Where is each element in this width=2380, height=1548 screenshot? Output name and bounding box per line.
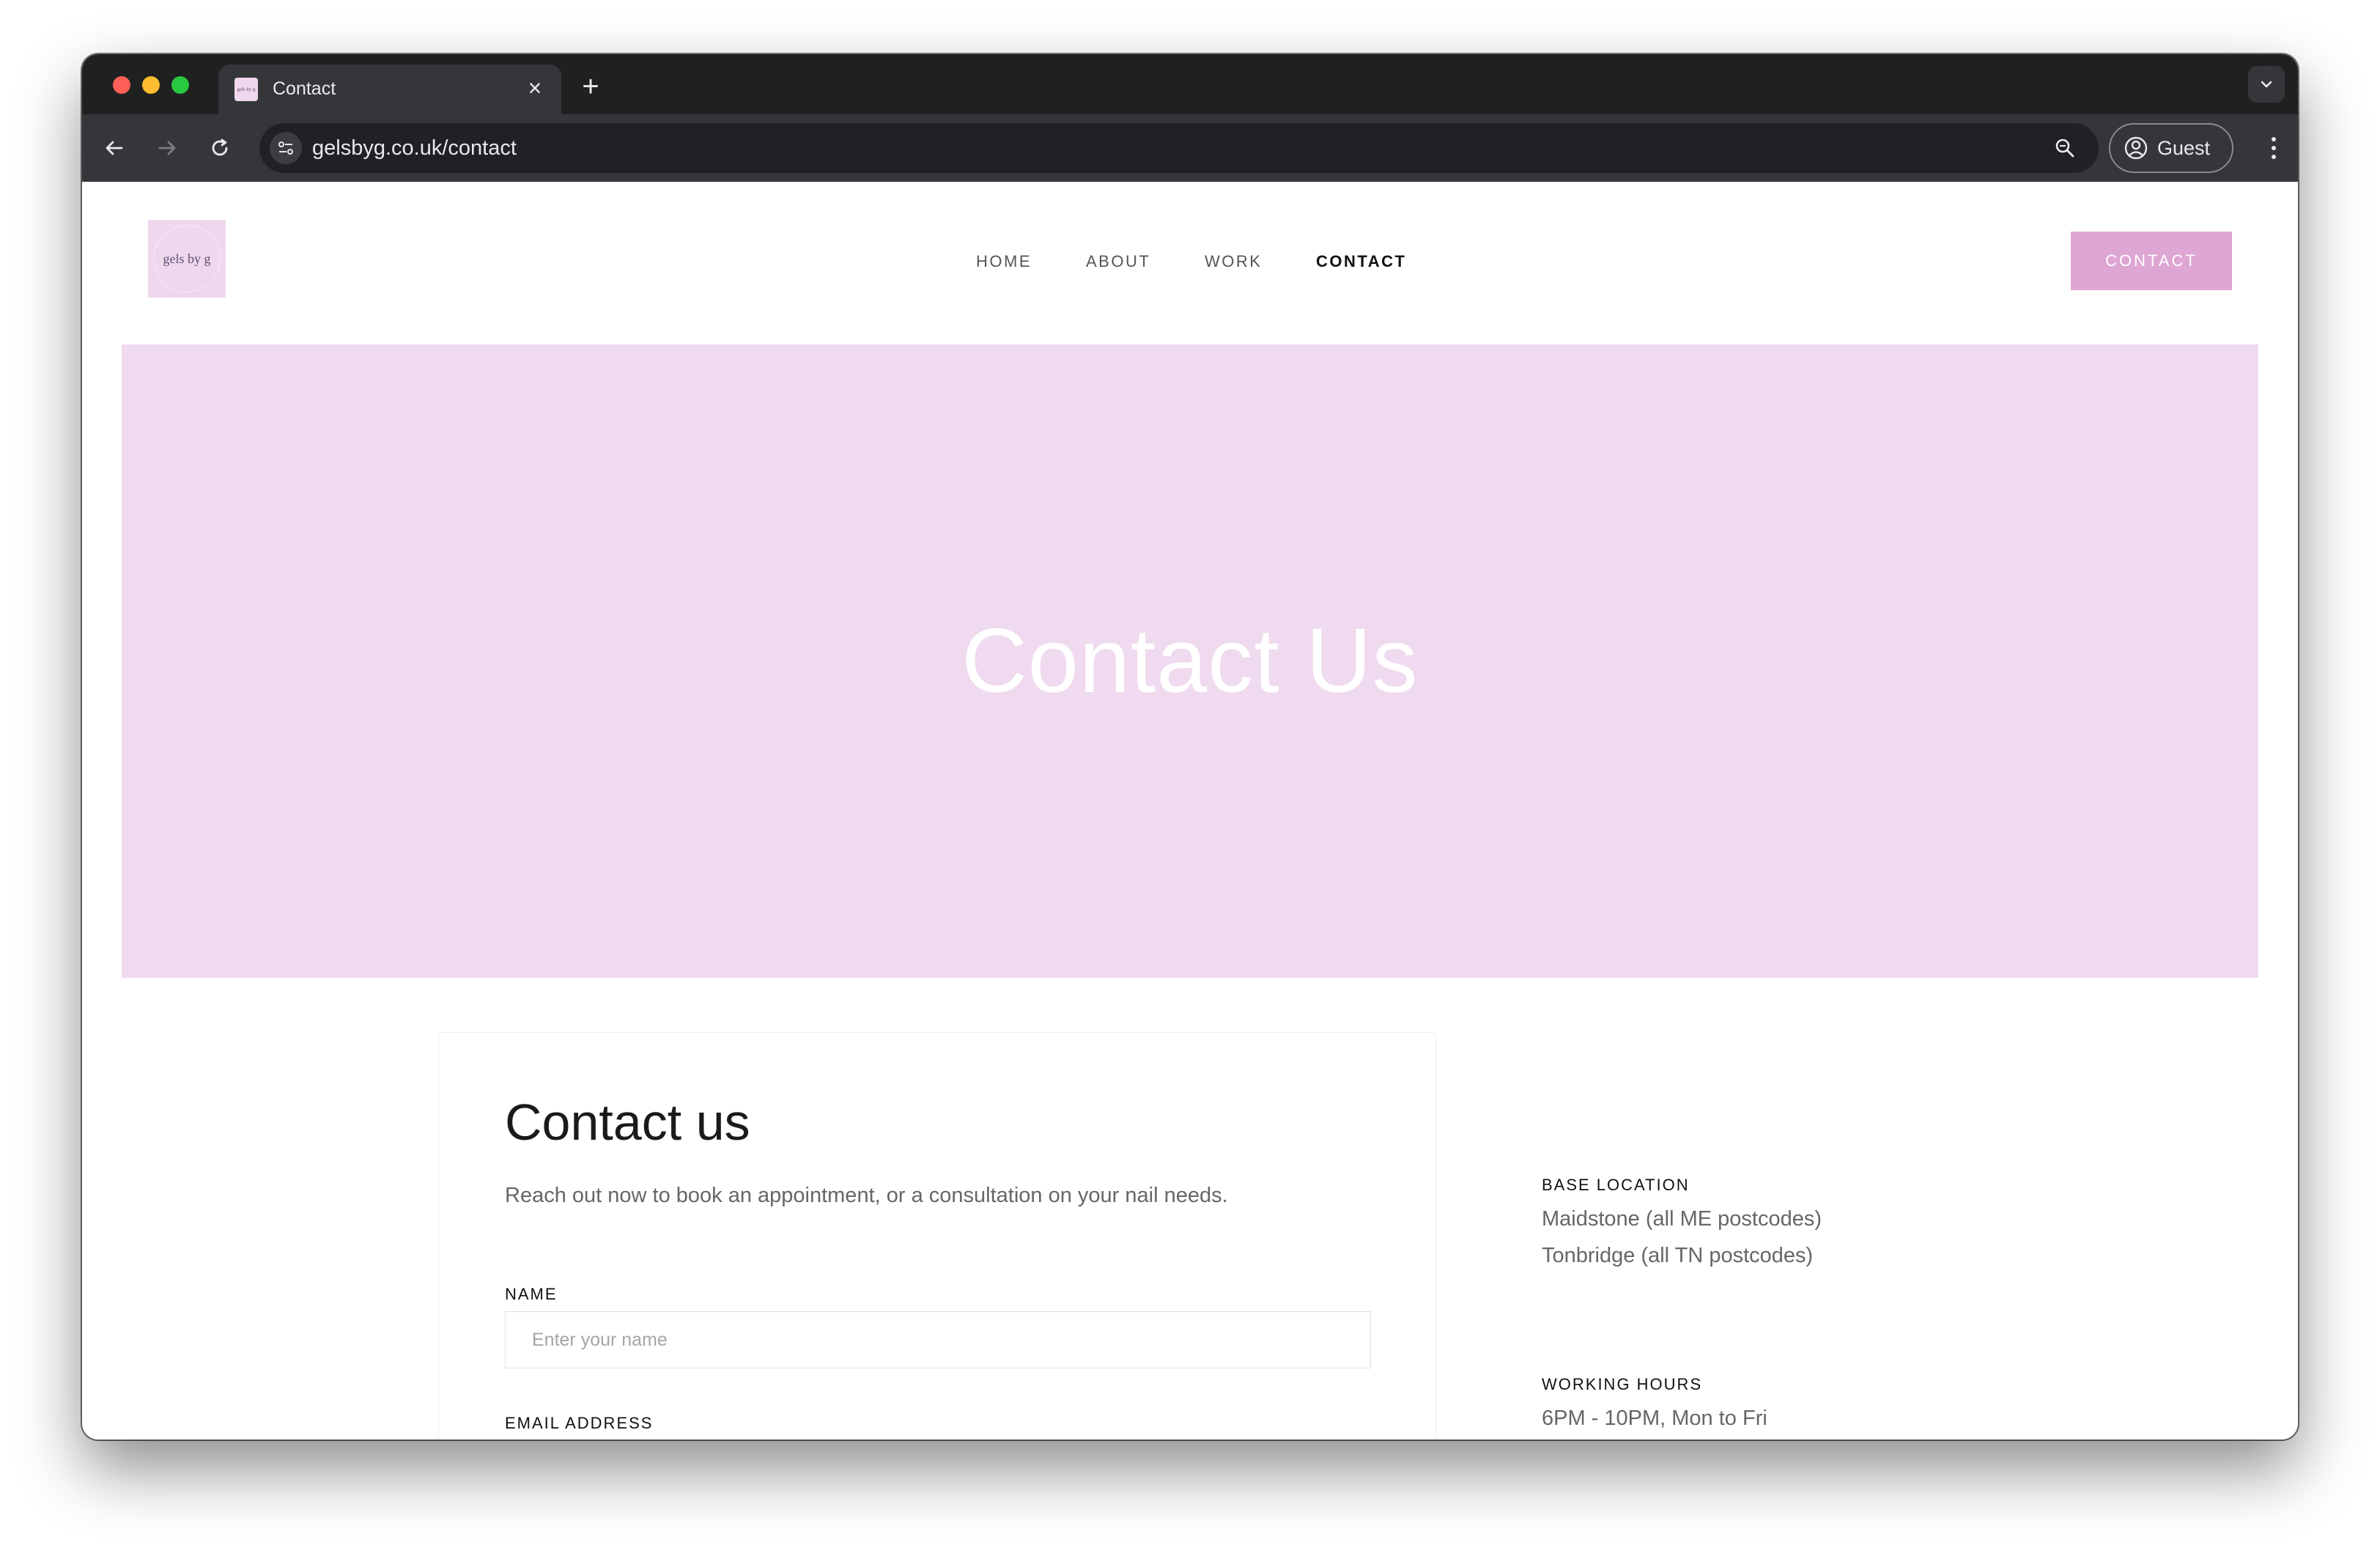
location-line-1: Maidstone (all ME postcodes)	[1542, 1207, 1822, 1231]
tab-favicon: gels by g	[234, 78, 258, 101]
location-line-2: Tonbridge (all TN postcodes)	[1542, 1244, 1814, 1267]
nav-about[interactable]: ABOUT	[1086, 252, 1150, 271]
nav-contact[interactable]: CONTACT	[1316, 252, 1406, 271]
minimize-window-button[interactable]	[142, 76, 160, 94]
nav-work[interactable]: WORK	[1205, 252, 1262, 271]
url-text[interactable]: gelsbyg.co.uk/contact	[312, 136, 517, 161]
name-label: NAME	[505, 1285, 558, 1303]
contact-cta-button[interactable]: CONTACT	[2071, 232, 2232, 290]
close-window-button[interactable]	[113, 76, 130, 94]
browser-window: gels by g Contact × + gelsbyg.co.uk/cont…	[82, 54, 2298, 1440]
profile-icon	[2124, 136, 2148, 160]
maximize-window-button[interactable]	[171, 76, 189, 94]
form-title: Contact us	[505, 1094, 750, 1151]
working-hours-text: 6PM - 10PM, Mon to Fri	[1542, 1407, 1767, 1430]
contact-form-card: Contact us Reach out now to book an appo…	[438, 1032, 1436, 1440]
more-icon[interactable]	[2263, 130, 2285, 166]
profile-label: Guest	[2157, 136, 2211, 159]
email-label: EMAIL ADDRESS	[505, 1414, 654, 1432]
nav-home[interactable]: HOME	[976, 252, 1032, 271]
tab-title: Contact	[273, 78, 336, 99]
forward-arrow-icon[interactable]	[152, 133, 182, 163]
web-page: gels by g HOME ABOUT WORK CONTACT CONTAC…	[82, 182, 2298, 1440]
zoom-icon[interactable]	[2052, 135, 2078, 161]
chevron-down-icon[interactable]	[2248, 66, 2285, 103]
hero-banner: Contact Us	[122, 344, 2258, 978]
browser-toolbar: gelsbyg.co.uk/contact Guest	[82, 114, 2298, 182]
name-input[interactable]	[505, 1311, 1371, 1368]
close-icon[interactable]: ×	[522, 75, 548, 101]
tab-contact[interactable]: gels by g Contact ×	[218, 64, 561, 114]
form-subtitle: Reach out now to book an appointment, or…	[505, 1184, 1228, 1207]
back-arrow-icon[interactable]	[100, 133, 129, 163]
address-bar[interactable]: gelsbyg.co.uk/contact	[259, 123, 2099, 173]
profile-button[interactable]: Guest	[2109, 123, 2233, 173]
base-location-label: BASE LOCATION	[1542, 1176, 1690, 1194]
favicon-text: gels by g	[237, 86, 256, 92]
hero-title: Contact Us	[961, 611, 1419, 712]
tab-strip: gels by g Contact × +	[82, 54, 2298, 114]
reload-icon[interactable]	[205, 133, 234, 163]
plus-icon[interactable]: +	[574, 70, 607, 103]
main-nav: HOME ABOUT WORK CONTACT	[82, 252, 2298, 274]
working-hours-label: WORKING HOURS	[1542, 1375, 1703, 1393]
site-info-icon[interactable]	[270, 132, 302, 164]
